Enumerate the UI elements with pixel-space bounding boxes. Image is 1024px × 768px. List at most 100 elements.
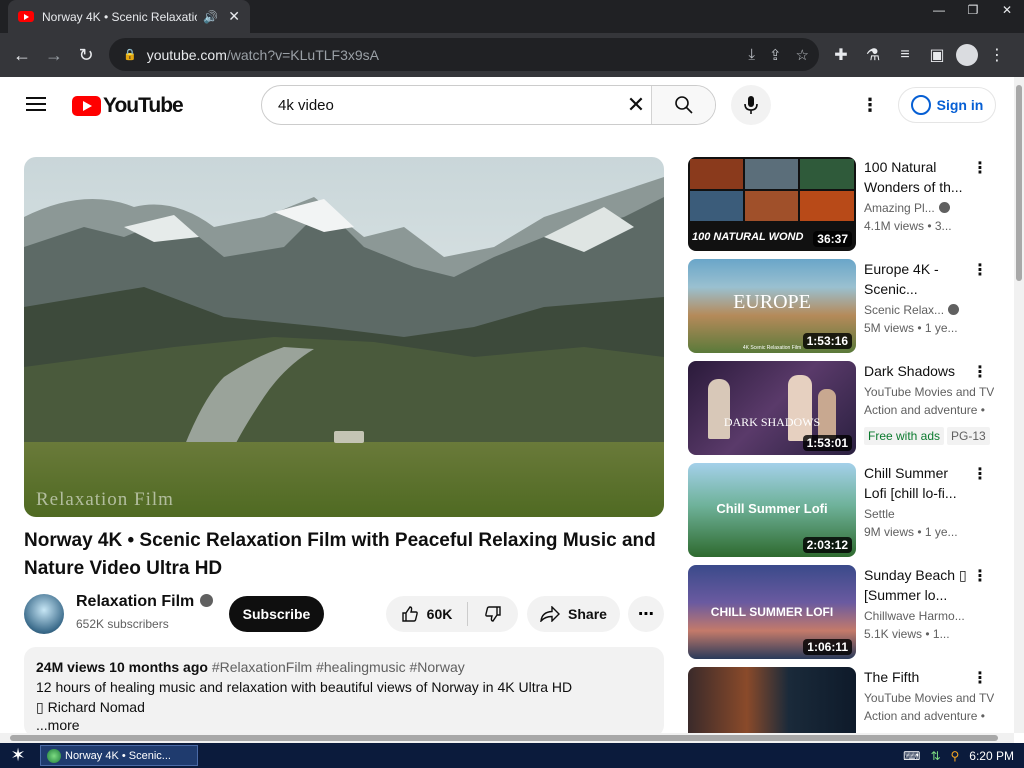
clock[interactable]: 6:20 PM <box>969 749 1014 763</box>
channel-avatar[interactable] <box>24 594 64 634</box>
recommendation-channel[interactable]: Scenic Relax... <box>864 303 960 317</box>
recommendation-channel[interactable]: Chillwave Harmo... <box>864 609 965 623</box>
thumbs-down-icon <box>485 606 501 622</box>
start-menu-icon[interactable]: ✶ <box>0 743 36 768</box>
side-panel-icon[interactable]: ▣ <box>924 39 950 71</box>
free-with-ads-badge: Free with ads <box>864 427 945 445</box>
item-menu-icon[interactable]: ⋮ <box>972 465 988 485</box>
youtube-logo[interactable]: YouTube <box>72 94 184 118</box>
tab-close-icon[interactable]: ✕ <box>228 8 240 25</box>
bookmark-star-icon[interactable]: ☆ <box>796 46 809 64</box>
video-duration: 1:53:16 <box>802 333 852 349</box>
recommendation-item[interactable]: The Fifth Element YouTube Movies and TV … <box>688 667 1004 733</box>
verified-check-icon <box>200 594 214 607</box>
share-page-icon[interactable]: ⇪ <box>769 46 782 64</box>
minimize-icon[interactable]: — <box>922 0 956 20</box>
recommendation-channel[interactable]: Settle <box>864 507 895 521</box>
sign-in-button[interactable]: Sign in <box>898 87 996 123</box>
recommendation-title[interactable]: Chill Summer Lofi [chill lo-fi... <box>864 463 968 503</box>
hamburger-menu-icon[interactable] <box>26 97 46 111</box>
restore-icon[interactable]: ❐ <box>956 0 990 20</box>
vertical-scrollbar[interactable] <box>1014 77 1024 733</box>
address-bar[interactable]: 🔒 youtube.com/watch?v=KLuTLF3x9sA ⤓ ⇪ ☆ <box>109 38 819 71</box>
keyboard-icon[interactable]: ⌨ <box>903 749 920 763</box>
video-thumbnail[interactable]: CHILL SUMMER LOFI 1:06:11 <box>688 565 856 659</box>
search-input[interactable]: 4k video <box>262 86 621 124</box>
recommendation-title[interactable]: Dark Shadows <box>864 361 968 381</box>
recommendation-title[interactable]: The Fifth Element <box>864 667 974 687</box>
like-count: 60K <box>426 606 453 622</box>
item-menu-icon[interactable]: ⋮ <box>972 363 988 383</box>
recommendation-stats: Action and adventure • <box>864 709 985 723</box>
verified-check-icon <box>948 304 960 315</box>
network-icon[interactable]: ⇅ <box>930 749 940 763</box>
recommendation-stats: 4.1M views • 3... <box>864 219 952 233</box>
window-close-icon[interactable]: ✕ <box>990 0 1024 20</box>
install-app-icon[interactable]: ⤓ <box>748 46 755 63</box>
item-menu-icon[interactable]: ⋮ <box>972 669 988 689</box>
view-date-meta: 24M views 10 months ago <box>36 659 208 675</box>
browser-toolbar: ← → ↻ 🔒 youtube.com/watch?v=KLuTLF3x9sA … <box>0 33 1024 77</box>
recommendation-item[interactable]: Chill Summer Lofi 2:03:12 Chill Summer L… <box>688 463 1004 557</box>
item-menu-icon[interactable]: ⋮ <box>972 261 988 281</box>
labs-flask-icon[interactable]: ⚗ <box>860 39 886 71</box>
channel-name-row[interactable]: Relaxation Film <box>76 593 214 611</box>
reading-list-icon[interactable]: ≡ <box>892 39 918 71</box>
audio-playing-icon[interactable]: 🔊 <box>203 10 218 24</box>
subscribe-button[interactable]: Subscribe <box>229 596 324 632</box>
search-icon <box>674 96 693 114</box>
recommendation-channel[interactable]: YouTube Movies and TV <box>864 385 994 399</box>
show-more-link[interactable]: ...more <box>36 715 652 733</box>
extensions-icon[interactable]: ✚ <box>828 39 854 71</box>
video-player[interactable]: Relaxation Film <box>24 157 664 517</box>
recommendation-item[interactable]: DARK SHADOWS 1:53:01 Dark Shadows YouTub… <box>688 361 1004 455</box>
video-duration: 2:03:12 <box>802 537 852 553</box>
browser-tab[interactable]: Norway 4K • Scenic Relaxation 🔊 ✕ <box>8 0 250 33</box>
recommendation-title[interactable]: Sunday Beach ▯ [Summer lo... <box>864 565 968 605</box>
recommendation-item[interactable]: CHILL SUMMER LOFI 1:06:11 Sunday Beach ▯… <box>688 565 1004 659</box>
search-tray-icon[interactable]: ⚲ <box>951 749 960 763</box>
forward-icon[interactable]: → <box>38 39 70 71</box>
profile-avatar-icon[interactable] <box>956 44 978 66</box>
horizontal-scrollbar[interactable] <box>0 733 1014 743</box>
horizontal-scroll-thumb[interactable] <box>10 735 998 741</box>
browser-app-icon <box>47 749 61 763</box>
video-thumbnail[interactable] <box>688 667 856 733</box>
share-button[interactable]: Share <box>527 596 620 632</box>
video-thumbnail[interactable]: EUROPE 4K Scenic Relaxation Film 1:53:16 <box>688 259 856 353</box>
back-icon[interactable]: ← <box>6 39 38 71</box>
video-thumbnail[interactable]: 100 NATURAL WOND 36:37 <box>688 157 856 251</box>
search-button[interactable] <box>651 86 715 124</box>
recommendation-stats: 5M views • 1 ye... <box>864 321 958 335</box>
item-menu-icon[interactable]: ⋮ <box>972 159 988 179</box>
dislike-button[interactable] <box>468 596 518 632</box>
reload-icon[interactable]: ↻ <box>70 39 102 71</box>
more-actions-icon[interactable]: ⋯ <box>628 596 664 632</box>
recommendation-channel[interactable]: YouTube Movies and TV <box>864 691 994 705</box>
video-thumbnail[interactable]: DARK SHADOWS 1:53:01 <box>688 361 856 455</box>
thumbnail-caption: EUROPE <box>733 291 811 313</box>
item-menu-icon[interactable]: ⋮ <box>972 567 988 587</box>
video-duration: 1:53:01 <box>802 435 852 451</box>
settings-menu-icon[interactable]: ⋮ <box>860 93 880 117</box>
recommendation-title[interactable]: Europe 4K - Scenic... <box>864 259 968 299</box>
recommendation-item[interactable]: EUROPE 4K Scenic Relaxation Film 1:53:16… <box>688 259 1004 353</box>
lock-icon: 🔒 <box>123 49 137 61</box>
browser-menu-icon[interactable]: ⋮ <box>984 39 1010 71</box>
description-hashtags[interactable]: #RelaxationFilm #healingmusic #Norway <box>212 659 465 675</box>
voice-search-button[interactable] <box>731 85 771 125</box>
recommendation-channel[interactable]: Amazing Pl... <box>864 201 950 215</box>
taskbar-window-button[interactable]: Norway 4K • Scenic... <box>40 745 198 766</box>
thumbnail-caption: DARK SHADOWS <box>723 415 821 429</box>
description-box[interactable]: 24M views 10 months ago #RelaxationFilm … <box>24 647 664 733</box>
recommendation-title[interactable]: 100 Natural Wonders of th... <box>864 157 968 197</box>
vertical-scroll-thumb[interactable] <box>1016 85 1022 281</box>
recommendation-item[interactable]: 100 NATURAL WOND 36:37 100 Natural Wonde… <box>688 157 1004 251</box>
video-thumbnail[interactable]: Chill Summer Lofi 2:03:12 <box>688 463 856 557</box>
channel-name[interactable]: Relaxation Film <box>76 593 194 610</box>
channel-name: Scenic Relax... <box>864 303 945 317</box>
clear-search-icon[interactable]: ✕ <box>621 86 651 124</box>
like-button[interactable]: 60K <box>386 602 468 626</box>
channel-name: Amazing Pl... <box>864 201 935 215</box>
share-arrow-icon <box>540 606 561 622</box>
